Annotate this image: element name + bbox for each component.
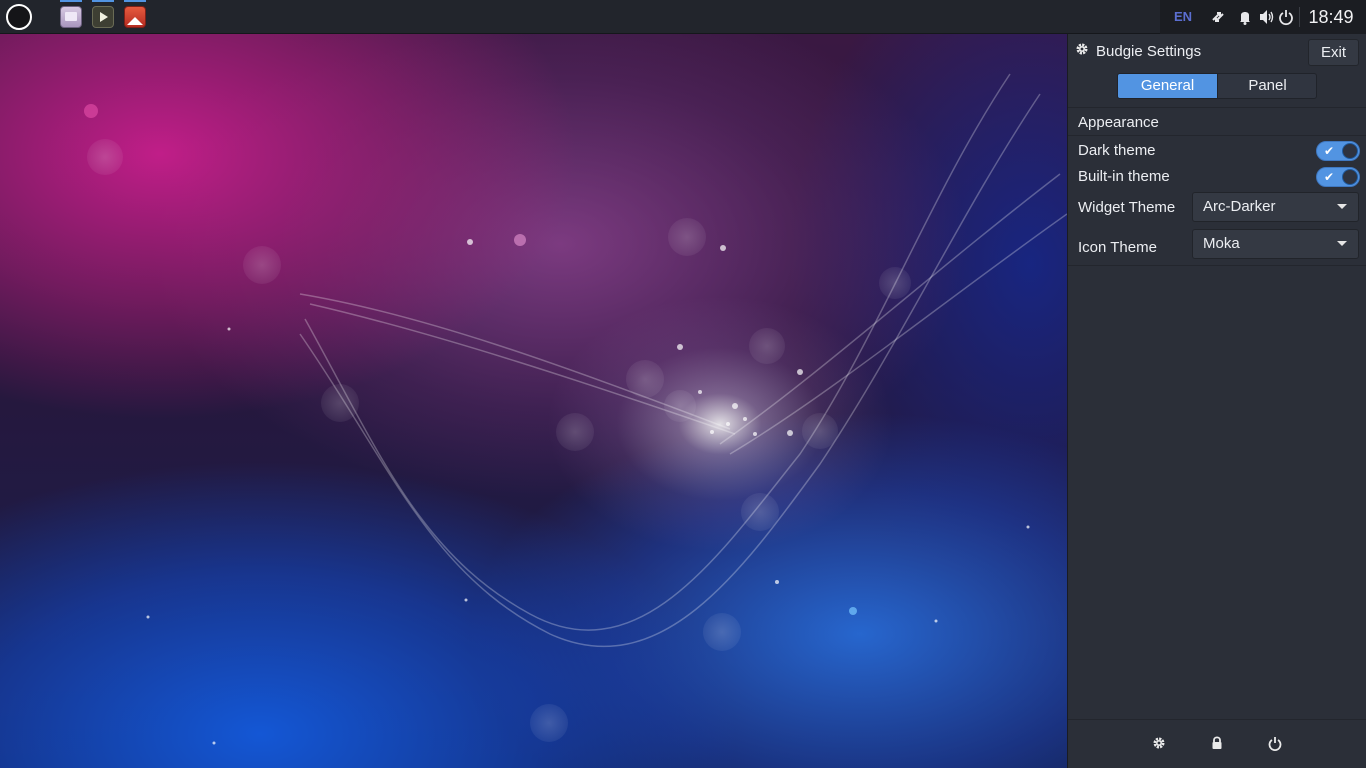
chevron-down-icon: [1337, 204, 1347, 209]
icon-theme-label: Icon Theme: [1078, 239, 1157, 256]
widget-theme-dropdown[interactable]: Arc-Darker: [1192, 192, 1359, 222]
panel-footer: [1068, 719, 1366, 768]
tab-panel[interactable]: Panel: [1217, 74, 1316, 98]
toggle-knob: [1342, 143, 1358, 159]
panel-title: Budgie Settings: [1096, 43, 1202, 60]
settings-tabs: General Panel: [1117, 73, 1317, 99]
lock-icon[interactable]: [1209, 734, 1225, 752]
icon-theme-value: Moka: [1203, 235, 1240, 252]
widget-theme-value: Arc-Darker: [1203, 198, 1276, 215]
builtin-theme-label: Built-in theme: [1078, 168, 1170, 185]
tray-separator: [1299, 7, 1300, 27]
power-icon[interactable]: [1267, 734, 1283, 752]
check-icon: ✔: [1324, 170, 1335, 184]
keyboard-layout-indicator[interactable]: EN: [1174, 0, 1192, 34]
chevron-down-icon: [1337, 241, 1347, 246]
notifications-icon[interactable]: [1238, 0, 1252, 34]
settings-icon[interactable]: [1151, 734, 1167, 752]
desktop-wallpaper: [0, 34, 1067, 768]
running-indicator: [92, 0, 114, 2]
check-icon: ✔: [1324, 144, 1335, 158]
exit-button[interactable]: Exit: [1308, 39, 1359, 66]
divider: [1068, 107, 1366, 108]
icon-theme-dropdown[interactable]: Moka: [1192, 229, 1359, 259]
app-menu-button[interactable]: [6, 4, 32, 30]
power-icon[interactable]: [1279, 0, 1293, 34]
network-icon[interactable]: [1210, 0, 1226, 34]
top-panel: EN 18:49: [0, 0, 1366, 34]
media-player-icon[interactable]: [92, 6, 114, 28]
system-tray: EN 18:49: [1160, 0, 1366, 34]
builtin-theme-toggle[interactable]: ✔: [1316, 167, 1360, 187]
wallpaper-art: [84, 73, 1067, 745]
toggle-knob: [1342, 169, 1358, 185]
dark-theme-toggle[interactable]: ✔: [1316, 141, 1360, 161]
running-indicator: [60, 0, 82, 2]
tab-general[interactable]: General: [1118, 74, 1217, 98]
image-viewer-icon[interactable]: [124, 6, 146, 28]
panel-header: Budgie Settings Exit: [1068, 34, 1366, 68]
budgie-settings-panel: Budgie Settings Exit General Panel Appea…: [1067, 34, 1366, 768]
clock[interactable]: 18:49: [1306, 0, 1356, 34]
widget-theme-label: Widget Theme: [1078, 199, 1176, 216]
volume-icon[interactable]: [1259, 0, 1275, 34]
divider: [1068, 265, 1366, 266]
section-title-appearance: Appearance: [1078, 114, 1159, 131]
dark-theme-label: Dark theme: [1078, 142, 1156, 159]
gear-icon: [1075, 42, 1089, 56]
running-indicator: [124, 0, 146, 2]
files-icon[interactable]: [60, 6, 82, 28]
divider: [1068, 135, 1366, 136]
